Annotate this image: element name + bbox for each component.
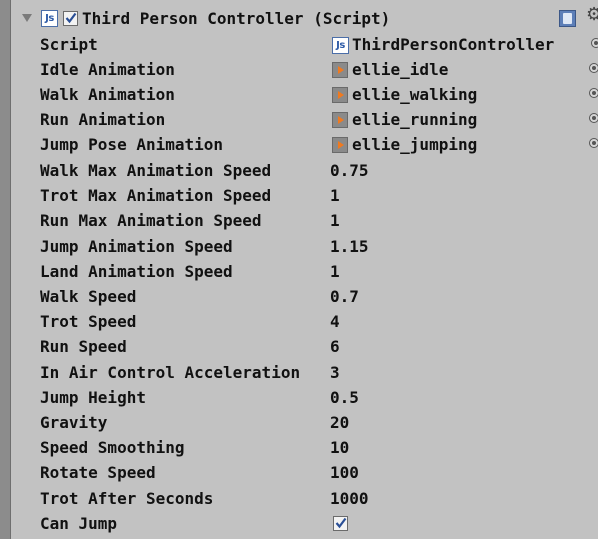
object-picker-icon[interactable]	[589, 88, 598, 98]
animation-field[interactable]: ellie_idle	[352, 58, 448, 82]
animation-clip-icon	[332, 137, 348, 153]
field-value[interactable]: 3	[330, 361, 340, 385]
field-value[interactable]: 1	[330, 209, 340, 233]
animation-clip-icon	[332, 112, 348, 128]
inspector-panel: Js Third Person Controller (Script) ⚙ Sc…	[0, 0, 598, 539]
field-value[interactable]: 1	[330, 260, 340, 284]
inspector-left-edge	[0, 0, 10, 539]
js-script-icon: Js	[41, 10, 58, 27]
field-value[interactable]: 100	[330, 461, 359, 485]
field-row: Land Animation Speed 1	[40, 260, 598, 284]
field-label: Walk Animation	[40, 85, 175, 104]
field-label: Speed Smoothing	[40, 438, 185, 457]
field-value[interactable]: 20	[330, 411, 349, 435]
field-row: Jump Animation Speed 1.15	[40, 235, 598, 259]
field-label: Run Animation	[40, 110, 166, 129]
script-label: Script	[40, 35, 98, 54]
field-label: Walk Max Animation Speed	[40, 161, 272, 180]
field-label: Gravity	[40, 413, 108, 432]
field-row: Trot After Seconds 1000	[40, 487, 598, 511]
component-enabled-checkbox[interactable]	[63, 11, 78, 26]
field-value[interactable]: 1	[330, 184, 340, 208]
field-label: Walk Speed	[40, 287, 137, 306]
field-label: Idle Animation	[40, 60, 175, 79]
field-value[interactable]: 1.15	[330, 235, 369, 259]
field-label: Jump Height	[40, 388, 146, 407]
can-jump-label: Can Jump	[40, 514, 118, 533]
can-jump-row: Can Jump	[40, 512, 598, 536]
field-label: Jump Animation Speed	[40, 237, 233, 256]
field-row: Speed Smoothing 10	[40, 436, 598, 460]
script-field[interactable]: ThirdPersonController	[352, 33, 554, 57]
field-value[interactable]: 10	[330, 436, 349, 460]
field-value[interactable]: 4	[330, 310, 340, 334]
animation-row: Walk Animation ellie_walking	[40, 83, 598, 107]
object-picker-icon[interactable]	[589, 138, 598, 148]
object-picker-icon[interactable]	[589, 113, 598, 123]
field-label: Land Animation Speed	[40, 262, 233, 281]
field-value[interactable]: 1000	[330, 487, 369, 511]
field-label: Trot Speed	[40, 312, 137, 331]
field-label: Jump Pose Animation	[40, 135, 224, 154]
field-label: Trot After Seconds	[40, 489, 214, 508]
object-picker-icon[interactable]	[589, 63, 598, 73]
field-value[interactable]: 0.75	[330, 159, 369, 183]
animation-clip-icon	[332, 62, 348, 78]
gear-icon[interactable]: ⚙	[586, 5, 598, 25]
field-row: Trot Max Animation Speed 1	[40, 184, 598, 208]
field-label: Trot Max Animation Speed	[40, 186, 272, 205]
field-row: Gravity 20	[40, 411, 598, 435]
animation-row: Idle Animation ellie_idle	[40, 58, 598, 82]
field-row: Walk Speed 0.7	[40, 285, 598, 309]
inspector-divider	[10, 0, 11, 539]
checkmark-icon	[335, 517, 347, 529]
field-value[interactable]: 6	[330, 335, 340, 359]
triangle-down-icon[interactable]	[22, 14, 32, 22]
field-row: Run Max Animation Speed 1	[40, 209, 598, 233]
field-row: Run Speed 6	[40, 335, 598, 359]
animation-field[interactable]: ellie_running	[352, 108, 477, 132]
field-row: Rotate Speed 100	[40, 461, 598, 485]
help-icon[interactable]	[559, 10, 576, 27]
animation-field[interactable]: ellie_walking	[352, 83, 477, 107]
animation-field[interactable]: ellie_jumping	[352, 133, 477, 157]
animation-row: Run Animation ellie_running	[40, 108, 598, 132]
animation-row: Jump Pose Animation ellie_jumping	[40, 133, 598, 157]
field-row: In Air Control Acceleration 3	[40, 361, 598, 385]
object-picker-icon[interactable]	[591, 38, 598, 48]
field-label: Run Speed	[40, 337, 127, 356]
field-row: Jump Height 0.5	[40, 386, 598, 410]
js-script-icon: Js	[332, 37, 349, 54]
can-jump-checkbox[interactable]	[333, 516, 348, 531]
field-value[interactable]: 0.7	[330, 285, 359, 309]
field-value[interactable]: 0.5	[330, 386, 359, 410]
script-row: Script Js ThirdPersonController	[40, 33, 598, 57]
checkmark-icon	[65, 12, 77, 24]
field-label: In Air Control Acceleration	[40, 363, 301, 382]
field-label: Run Max Animation Speed	[40, 211, 262, 230]
field-row: Trot Speed 4	[40, 310, 598, 334]
animation-clip-icon	[332, 87, 348, 103]
field-label: Rotate Speed	[40, 463, 156, 482]
field-row: Walk Max Animation Speed 0.75	[40, 159, 598, 183]
component-header[interactable]: Js Third Person Controller (Script) ⚙	[11, 3, 598, 31]
component-title: Third Person Controller (Script)	[82, 9, 391, 28]
